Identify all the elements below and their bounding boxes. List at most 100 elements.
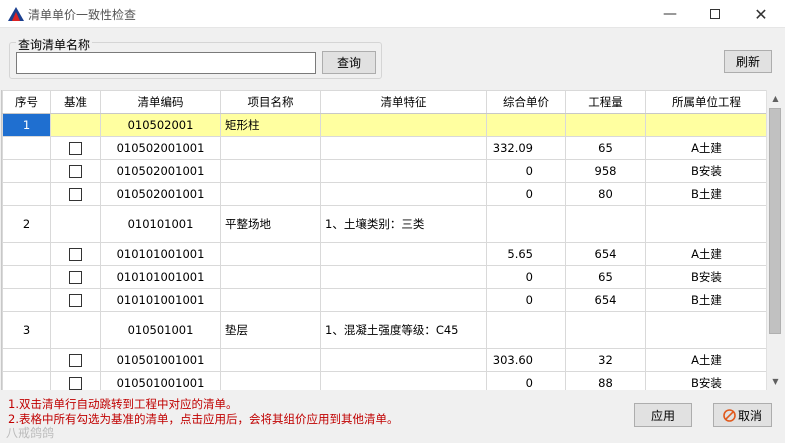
row-seq [2,371,51,390]
minimize-icon: — [663,6,677,22]
row-seq: 3 [2,311,51,349]
row-unit-project: A土建 [645,242,766,266]
close-button[interactable]: ✕ [738,0,784,28]
table-row[interactable]: 010101001001 0 654 B土建 [2,288,766,312]
header-seq[interactable]: 序号 [2,90,51,114]
row-seq [2,159,51,183]
row-item-name [220,242,321,266]
row-feature [320,182,487,206]
table-row[interactable]: 3 010501001 垫层 1、混凝土强度等级：C45 [2,311,766,349]
table-row[interactable]: 010501001001 0 88 B安装 [2,371,766,390]
row-code: 010501001001 [100,348,221,372]
row-feature [320,371,487,390]
check-table-container: 序号 基准 清单编码 项目名称 清单特征 综合单价 工程量 所属单位工程 1 0… [1,90,766,390]
scroll-up-button[interactable]: ▲ [767,90,784,107]
check-table: 序号 基准 清单编码 项目名称 清单特征 综合单价 工程量 所属单位工程 1 0… [2,90,766,390]
row-seq [2,348,51,372]
cancel-icon [723,408,736,422]
row-item-name [220,371,321,390]
row-baseline-cell [50,288,101,312]
row-seq [2,288,51,312]
row-baseline-cell [50,311,101,349]
table-row[interactable]: 010502001001 332.09 65 A土建 [2,136,766,160]
table-row[interactable]: 010502001001 0 958 B安装 [2,159,766,183]
row-feature [320,113,487,137]
row-code: 010101001 [100,205,221,243]
baseline-checkbox[interactable] [69,165,82,178]
header-baseline[interactable]: 基准 [50,90,101,114]
header-feature[interactable]: 清单特征 [320,90,487,114]
row-unit-price [486,205,566,243]
row-unit-price: 332.09 [486,136,566,160]
row-seq [2,182,51,206]
row-baseline-cell [50,242,101,266]
row-item-name [220,159,321,183]
row-baseline-cell [50,182,101,206]
row-feature: 1、混凝土强度等级：C45 [320,311,487,349]
row-baseline-cell [50,136,101,160]
app-logo-icon [8,7,24,21]
header-quantity[interactable]: 工程量 [565,90,646,114]
row-seq: 1 [2,113,51,137]
refresh-button[interactable]: 刷新 [724,50,772,73]
row-unit-price: 303.60 [486,348,566,372]
baseline-checkbox[interactable] [69,271,82,284]
row-unit-project [645,113,766,137]
row-seq [2,136,51,160]
row-code: 010101001001 [100,265,221,289]
row-quantity: 80 [565,182,646,206]
row-unit-price: 0 [486,371,566,390]
row-feature [320,288,487,312]
row-unit-project [645,205,766,243]
query-name-input[interactable] [16,52,316,74]
baseline-checkbox[interactable] [69,354,82,367]
cancel-button[interactable]: 取消 [713,403,772,427]
row-seq [2,242,51,266]
query-group-label: 查询清单名称 [16,36,93,53]
row-code: 010101001001 [100,288,221,312]
table-row[interactable]: 010501001001 303.60 32 A土建 [2,348,766,372]
table-header-row: 序号 基准 清单编码 项目名称 清单特征 综合单价 工程量 所属单位工程 [2,90,766,114]
row-code: 010502001 [100,113,221,137]
baseline-checkbox[interactable] [69,248,82,261]
scroll-down-button[interactable]: ▼ [767,373,784,390]
window-title: 清单单价一致性检查 [28,8,137,22]
maximize-button[interactable] [692,0,738,28]
row-quantity: 958 [565,159,646,183]
row-unit-price: 0 [486,182,566,206]
row-code: 010502001001 [100,136,221,160]
row-baseline-cell [50,113,101,137]
row-baseline-cell [50,371,101,390]
row-unit-project: A土建 [645,136,766,160]
minimize-button[interactable]: — [647,0,693,28]
scrollbar-thumb[interactable] [769,108,781,334]
row-unit-price: 0 [486,159,566,183]
table-row[interactable]: 2 010101001 平整场地 1、土壤类别：三类 [2,205,766,243]
note-line-1: 1.双击清单行自动跳转到工程中对应的清单。 [8,397,238,411]
header-unit-price[interactable]: 综合单价 [486,90,566,114]
header-unit-project[interactable]: 所属单位工程 [645,90,766,114]
row-item-name: 平整场地 [220,205,321,243]
table-row[interactable]: 010502001001 0 80 B土建 [2,182,766,206]
header-code[interactable]: 清单编码 [100,90,221,114]
row-code: 010501001001 [100,371,221,390]
apply-button[interactable]: 应用 [634,403,692,427]
table-row[interactable]: 010101001001 5.65 654 A土建 [2,242,766,266]
row-feature [320,159,487,183]
row-feature [320,348,487,372]
baseline-checkbox[interactable] [69,142,82,155]
header-item-name[interactable]: 项目名称 [220,90,321,114]
baseline-checkbox[interactable] [69,188,82,201]
row-baseline-cell [50,265,101,289]
row-item-name [220,182,321,206]
search-button[interactable]: 查询 [322,51,376,74]
row-feature [320,265,487,289]
baseline-checkbox[interactable] [69,377,82,390]
table-row[interactable]: 010101001001 0 65 B安装 [2,265,766,289]
row-code: 010502001001 [100,182,221,206]
vertical-scrollbar[interactable]: ▲ ▼ [766,90,783,390]
table-row[interactable]: 1 010502001 矩形柱 [2,113,766,137]
baseline-checkbox[interactable] [69,294,82,307]
row-quantity: 654 [565,242,646,266]
row-unit-project: B安装 [645,371,766,390]
